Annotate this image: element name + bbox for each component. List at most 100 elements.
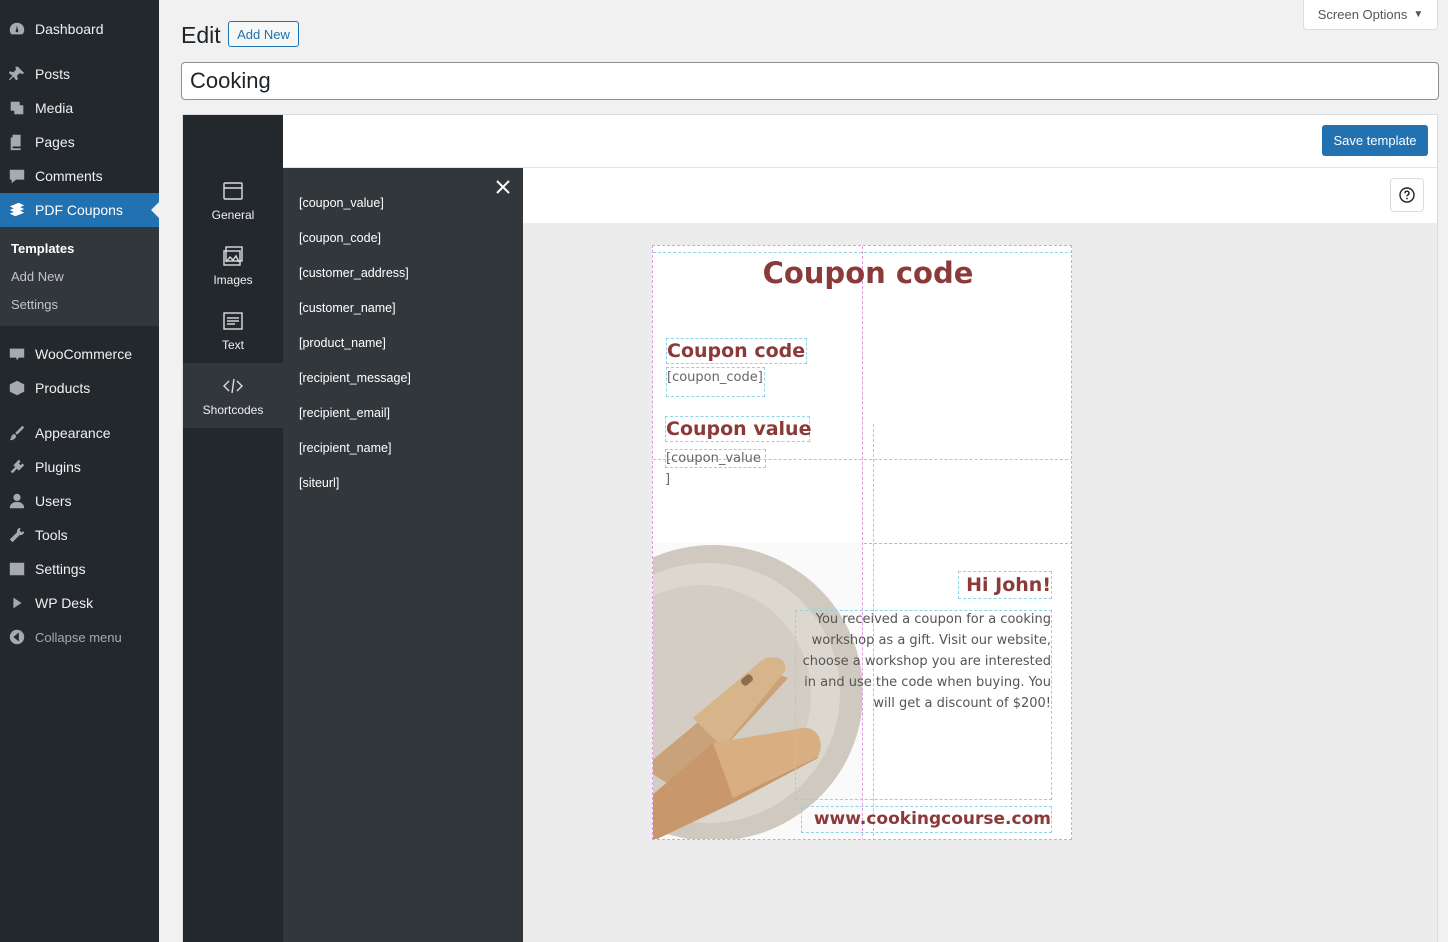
shortcode-item[interactable]: [coupon_code] [299, 231, 381, 245]
menu-woocommerce[interactable]: WooCommerce [0, 337, 159, 371]
shortcode-item[interactable]: [customer_address] [299, 266, 409, 280]
shortcode-item[interactable]: [customer_name] [299, 301, 396, 315]
code-shortcode-box[interactable]: [coupon_code] [666, 367, 765, 397]
menu-label: WooCommerce [35, 346, 132, 362]
shortcode-item[interactable]: [siteurl] [299, 476, 339, 490]
code-heading-box[interactable]: Coupon code [666, 338, 807, 364]
greeting-box[interactable]: Hi John! [958, 571, 1052, 599]
message-line: You received a coupon for a cooking [815, 612, 1051, 627]
menu-label: Pages [35, 134, 75, 150]
products-icon [8, 379, 26, 397]
menu-media[interactable]: Media [0, 91, 159, 125]
tool-rail: General Images Text Shortcodes [183, 115, 283, 942]
shortcode-item[interactable]: [coupon_value] [299, 196, 384, 210]
coupon-page[interactable]: Coupon code Coupon code [coupon_code] Co… [652, 245, 1072, 840]
close-icon [496, 180, 510, 194]
menu-label: PDF Coupons [35, 202, 123, 218]
value-shortcode-box[interactable]: [coupon_value [665, 449, 766, 468]
post-title-input[interactable] [181, 62, 1439, 100]
menu-settings[interactable]: Settings [0, 552, 159, 586]
menu-users[interactable]: Users [0, 484, 159, 518]
add-new-button[interactable]: Add New [228, 21, 299, 47]
message-box[interactable]: You received a coupon for a cooking work… [795, 610, 1052, 800]
tool-label: General [211, 207, 255, 222]
menu-posts[interactable]: Posts [0, 57, 159, 91]
tool-label: Images [213, 272, 253, 287]
coupon-title[interactable]: Coupon code [653, 256, 1071, 290]
shortcode-item[interactable]: [product_name] [299, 336, 386, 350]
woo-icon [8, 345, 26, 363]
menu-pdf-coupons[interactable]: PDF Coupons [0, 193, 159, 227]
play-icon [8, 594, 26, 612]
menu-wp-desk[interactable]: WP Desk [0, 586, 159, 620]
submenu-settings[interactable]: Settings [11, 297, 58, 312]
collapse-menu[interactable]: Collapse menu [0, 620, 159, 654]
window-icon [223, 181, 243, 200]
message-text: You received a coupon for a cooking work… [803, 609, 1051, 714]
value-shortcode-end: ] [665, 472, 671, 487]
dashboard-icon [8, 20, 26, 38]
comments-icon [8, 167, 26, 185]
tool-shortcodes[interactable]: Shortcodes [183, 363, 283, 428]
tool-images[interactable]: Images [183, 233, 283, 298]
menu-pages[interactable]: Pages [0, 125, 159, 159]
coupons-icon [8, 201, 26, 219]
menu-label: Settings [35, 561, 86, 577]
value-shortcode: [coupon_value [666, 451, 761, 466]
pdf-coupons-submenu: Templates Add New Settings [0, 227, 159, 326]
menu-label: Comments [35, 168, 103, 184]
menu-label: Tools [35, 527, 68, 543]
settings-icon [8, 560, 26, 578]
shortcodes-panel: [coupon_value] [coupon_code] [customer_a… [283, 168, 523, 942]
shortcode-item[interactable]: [recipient_message] [299, 371, 411, 385]
menu-label: Posts [35, 66, 71, 82]
menu-label: Users [35, 493, 72, 509]
menu-products[interactable]: Products [0, 371, 159, 405]
users-icon [8, 492, 26, 510]
menu-tools[interactable]: Tools [0, 518, 159, 552]
menu-appearance[interactable]: Appearance [0, 416, 159, 450]
pages-icon [8, 133, 26, 151]
tool-general[interactable]: General [183, 168, 283, 233]
message-line: workshop as a gift. Visit our website, [811, 633, 1051, 648]
screen-options-button[interactable]: Screen Options ▼ [1303, 0, 1438, 30]
code-icon [223, 378, 243, 393]
menu-label: Appearance [35, 425, 111, 441]
tool-label: Text [221, 337, 244, 352]
admin-sidebar: Dashboard Posts Media Pages Comments PDF… [0, 0, 159, 942]
menu-plugins[interactable]: Plugins [0, 450, 159, 484]
submenu-add-new[interactable]: Add New [11, 269, 64, 284]
tool-label: Shortcodes [202, 402, 264, 417]
code-shortcode: [coupon_code] [667, 370, 763, 385]
menu-label: Plugins [35, 459, 81, 475]
pin-icon [8, 65, 26, 83]
menu-label: Dashboard [35, 21, 104, 37]
menu-label: WP Desk [35, 595, 94, 611]
tool-text[interactable]: Text [183, 298, 283, 363]
message-line: will get a discount of $200! [873, 696, 1051, 711]
menu-label: Media [35, 100, 74, 116]
shortcode-item[interactable]: [recipient_name] [299, 441, 391, 455]
menu-dashboard[interactable]: Dashboard [0, 12, 159, 46]
value-heading: Coupon value [666, 418, 812, 440]
menu-label: Products [35, 380, 91, 396]
plugin-icon [8, 458, 26, 476]
save-template-button[interactable]: Save template [1322, 125, 1428, 156]
submenu-templates[interactable]: Templates [11, 241, 74, 256]
url-box[interactable]: www.cookingcourse.com [801, 806, 1052, 833]
help-button[interactable] [1390, 178, 1424, 212]
value-heading-box[interactable]: Coupon value [665, 416, 812, 442]
screen-options-label: Screen Options [1317, 7, 1408, 22]
shortcode-item[interactable]: [recipient_email] [299, 406, 390, 420]
menu-comments[interactable]: Comments [0, 159, 159, 193]
website-url: www.cookingcourse.com [813, 809, 1051, 829]
code-heading: Coupon code [667, 340, 806, 362]
message-line: in and use the code when buying. You [804, 675, 1051, 690]
page-title: Edit [181, 22, 221, 48]
images-icon [223, 245, 243, 266]
help-icon [1399, 187, 1415, 203]
message-line: choose a workshop you are interested [802, 654, 1051, 669]
media-icon [8, 99, 26, 117]
collapse-icon [8, 628, 26, 646]
close-panel-button[interactable] [493, 177, 513, 197]
